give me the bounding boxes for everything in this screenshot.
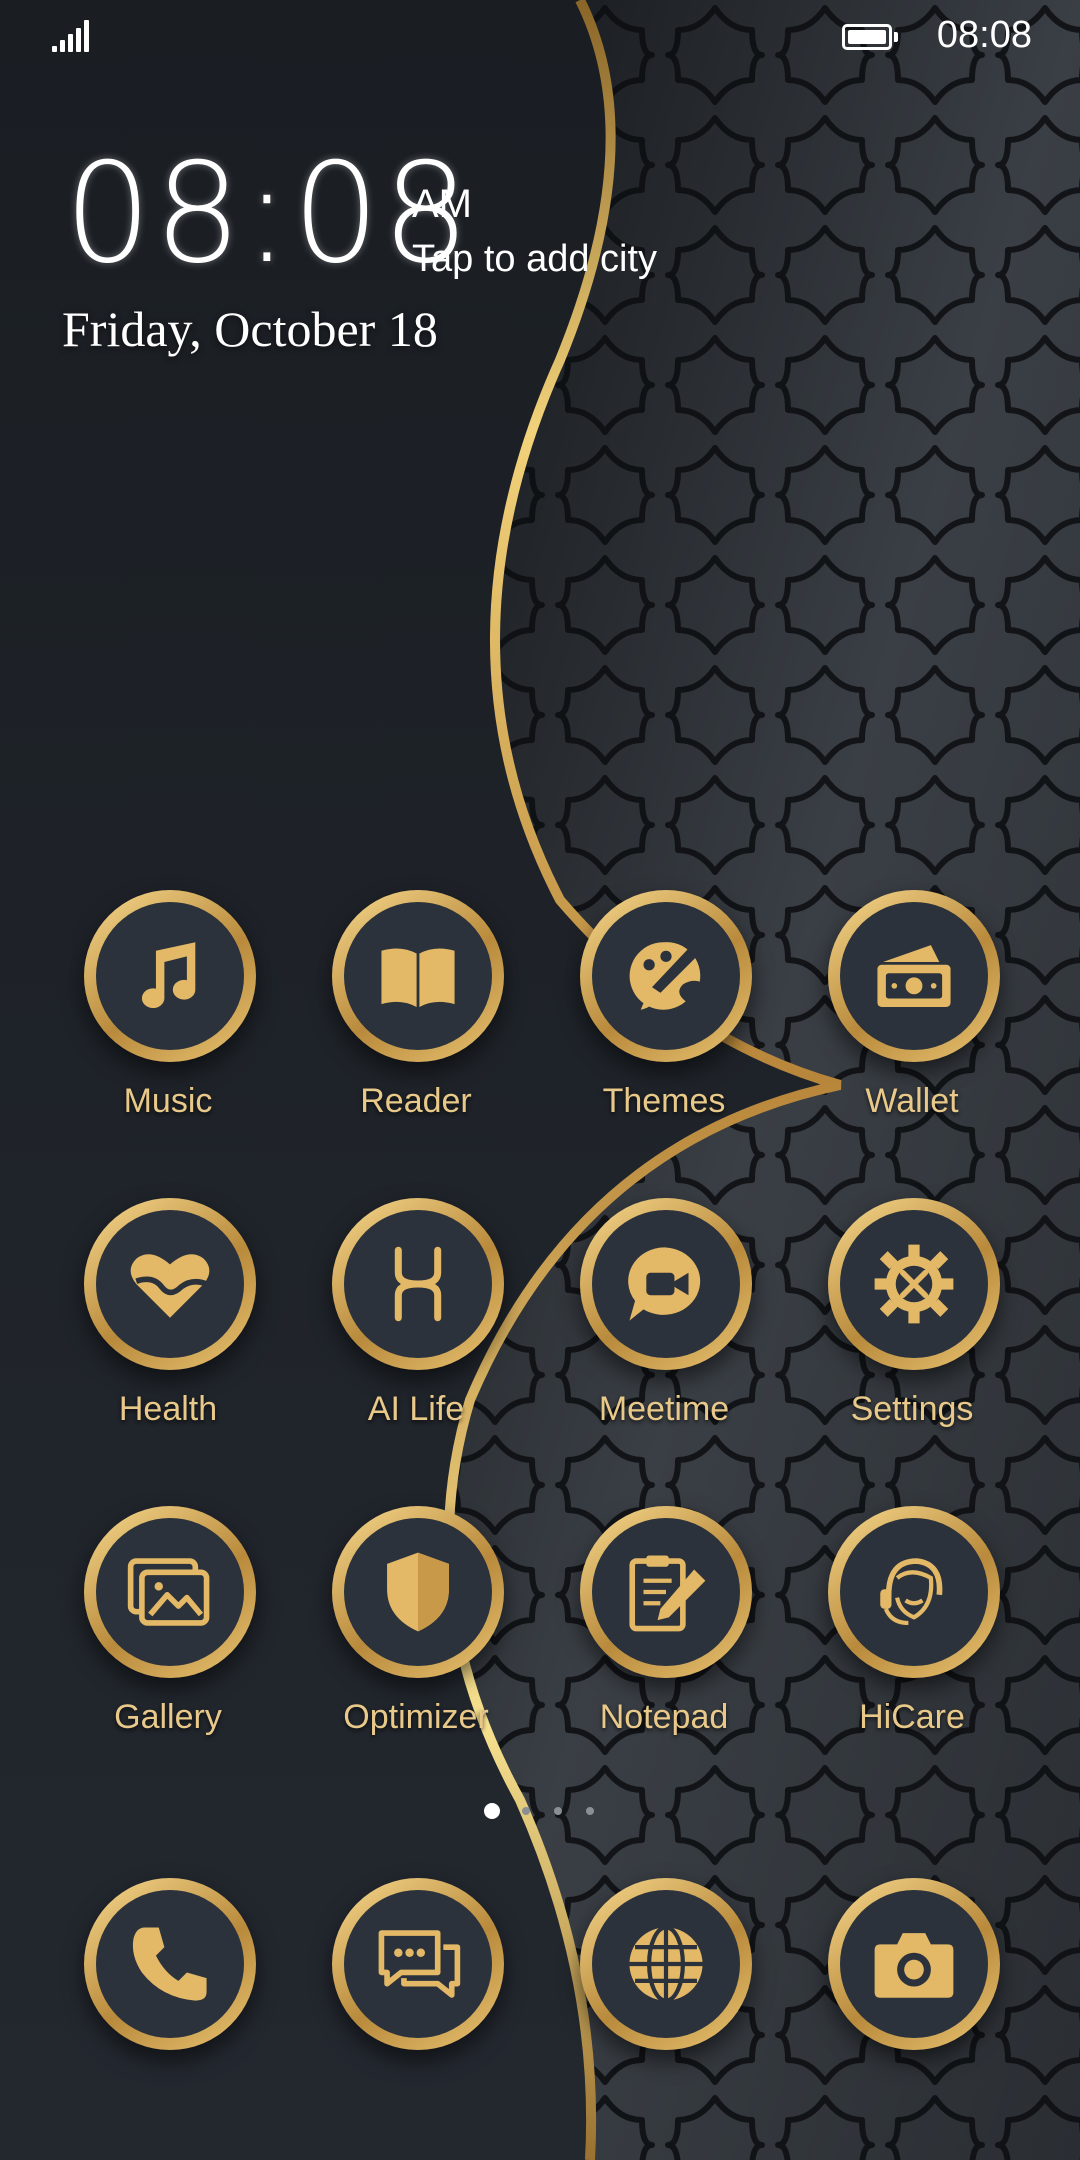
- gear-tools-icon: [874, 1244, 954, 1324]
- page-dot-active[interactable]: [484, 1803, 500, 1819]
- app-label: Themes: [602, 1082, 726, 1120]
- dock-phone[interactable]: [44, 1878, 292, 2138]
- page-dot[interactable]: [586, 1807, 594, 1815]
- page-dot[interactable]: [522, 1807, 530, 1815]
- page-dot[interactable]: [554, 1807, 562, 1815]
- app-label: AI Life: [367, 1390, 465, 1428]
- app-label: Notepad: [599, 1698, 729, 1736]
- dock-messages[interactable]: [292, 1878, 540, 2138]
- ai-life-icon: [394, 1246, 442, 1322]
- app-gallery[interactable]: Gallery: [44, 1506, 292, 1766]
- app-reader[interactable]: Reader: [292, 890, 540, 1150]
- app-hicare[interactable]: HiCare: [788, 1506, 1036, 1766]
- video-chat-icon: [628, 1247, 701, 1321]
- app-label: Gallery: [114, 1698, 222, 1736]
- headset-person-icon: [880, 1558, 943, 1626]
- phone-icon: [132, 1927, 207, 2001]
- app-label: Optimizer: [343, 1698, 489, 1736]
- battery-icon: [842, 24, 898, 50]
- app-label: Music: [123, 1082, 213, 1120]
- app-music[interactable]: Music: [44, 890, 292, 1150]
- dock-camera[interactable]: [788, 1878, 1036, 2138]
- clock-time[interactable]: 08:08: [64, 145, 472, 283]
- app-themes[interactable]: Themes: [540, 890, 788, 1150]
- app-label: Reader: [360, 1082, 472, 1120]
- clock-date[interactable]: Friday, October 18: [62, 300, 438, 358]
- dock-browser[interactable]: [540, 1878, 788, 2138]
- palette-brush-icon: [629, 939, 706, 1010]
- heart-icon: [130, 1254, 210, 1318]
- globe-icon: [629, 1925, 703, 2003]
- book-icon: [381, 948, 455, 1007]
- app-notepad[interactable]: Notepad: [540, 1506, 788, 1766]
- app-wallet[interactable]: Wallet: [788, 890, 1036, 1150]
- page-indicator[interactable]: [484, 1803, 604, 1819]
- app-label: Wallet: [865, 1082, 959, 1120]
- clock-ampm: AM: [412, 182, 472, 226]
- wallet-cash-icon: [877, 945, 951, 1007]
- app-label: Settings: [850, 1390, 974, 1428]
- app-meetime[interactable]: Meetime: [540, 1198, 788, 1458]
- camera-icon: [874, 1933, 954, 1998]
- signal-icon: [52, 20, 90, 52]
- app-health[interactable]: Health: [44, 1198, 292, 1458]
- status-bar: 08:08: [0, 0, 1080, 80]
- app-label: Meetime: [598, 1390, 730, 1428]
- app-label: Health: [118, 1390, 218, 1428]
- shield-icon: [387, 1552, 449, 1632]
- status-time: 08:08: [936, 14, 1032, 56]
- app-settings[interactable]: Settings: [788, 1198, 1036, 1458]
- app-ai-life[interactable]: AI Life: [292, 1198, 540, 1458]
- app-label: HiCare: [859, 1698, 965, 1736]
- notepad-pencil-icon: [629, 1555, 706, 1632]
- messages-icon: [378, 1930, 461, 1998]
- gallery-icon: [127, 1558, 210, 1626]
- app-optimizer[interactable]: Optimizer: [292, 1506, 540, 1766]
- add-city-link[interactable]: Tap to add city: [412, 238, 657, 281]
- music-note-icon: [141, 942, 196, 1009]
